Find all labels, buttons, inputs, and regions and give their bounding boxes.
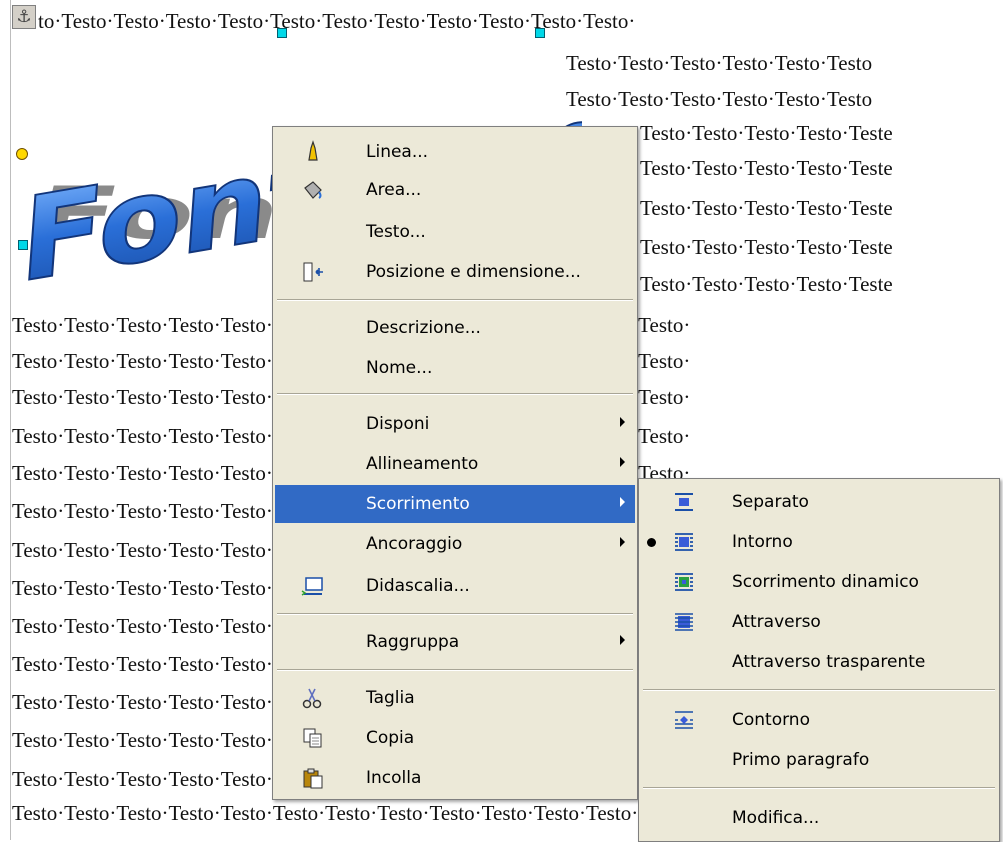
menu-item-raggruppa[interactable]: Raggruppa	[275, 623, 635, 661]
scissors-icon	[302, 688, 322, 709]
menu-separator	[643, 689, 995, 691]
submenu-arrow-icon	[620, 457, 625, 467]
contour-icon	[675, 711, 693, 729]
menu-item-copia[interactable]: Copia	[275, 719, 635, 757]
pen-icon	[308, 140, 318, 161]
menu-item-scorrimento[interactable]: Scorrimento	[275, 485, 635, 523]
menu-label: Descrizione...	[366, 318, 481, 338]
context-menu: Linea... Area... Testo... Posizione e di…	[272, 126, 638, 800]
selection-handle[interactable]	[535, 28, 545, 38]
wrap-item-intorno[interactable]: Intorno	[641, 523, 997, 561]
menu-item-didascalia[interactable]: Didascalia...	[275, 567, 635, 605]
wrap-submenu: Separato Intorno Scorrimento dinamico At…	[638, 478, 1000, 842]
menu-item-area[interactable]: Area...	[275, 171, 635, 209]
menu-label: Taglia	[366, 688, 415, 708]
menu-label: Copia	[366, 728, 415, 748]
text-line: Testo·Testo·Testo·Testo·Testo·Testo·Test…	[12, 801, 691, 825]
menu-item-testo[interactable]: Testo...	[275, 213, 635, 251]
wrap-through-icon	[675, 613, 693, 631]
caption-icon	[301, 577, 323, 596]
menu-separator	[277, 393, 633, 395]
paint-bucket-icon	[304, 181, 322, 199]
wrap-item-attraverso[interactable]: Attraverso	[641, 603, 997, 641]
menu-item-taglia[interactable]: Taglia	[275, 679, 635, 717]
menu-label: Didascalia...	[366, 576, 470, 596]
menu-label: Intorno	[732, 532, 793, 552]
menu-label: Attraverso trasparente	[732, 652, 926, 672]
menu-label: Disponi	[366, 414, 430, 434]
menu-label: Raggruppa	[366, 632, 460, 652]
menu-label: Posizione e dimensione...	[366, 262, 581, 282]
menu-label: Incolla	[366, 768, 422, 788]
text-line: Testo·Testo·Testo·Testo·Teste	[640, 272, 893, 296]
wrap-parallel-icon	[675, 533, 693, 551]
menu-label: Nome...	[366, 358, 433, 378]
text-line: Testo·Testo·Testo·Testo·Teste	[640, 156, 893, 180]
text-line: Testo·Testo·Testo·Testo·Teste	[640, 235, 893, 259]
menu-label: Attraverso	[732, 612, 821, 632]
menu-label: Area...	[366, 180, 422, 200]
menu-label: Scorrimento dinamico	[732, 572, 919, 592]
wrap-item-contorno[interactable]: Contorno	[641, 701, 997, 739]
text-line: Testo·Testo·Testo·Testo·Testo·Testo	[566, 51, 873, 75]
menu-label: Separato	[732, 492, 809, 512]
submenu-arrow-icon	[620, 537, 625, 547]
menu-label: Linea...	[366, 142, 429, 162]
submenu-arrow-icon	[620, 417, 625, 427]
menu-label: Scorrimento	[366, 494, 470, 514]
menu-item-posizione-dimensione[interactable]: Posizione e dimensione...	[275, 253, 635, 291]
wrap-item-primo-paragrafo[interactable]: Primo paragrafo	[641, 741, 997, 779]
menu-separator	[277, 669, 633, 671]
menu-label: Modifica...	[732, 808, 820, 828]
selection-handle[interactable]	[277, 28, 287, 38]
menu-label: Primo paragrafo	[732, 750, 870, 770]
wrap-item-modifica[interactable]: Modifica...	[641, 799, 997, 837]
position-size-icon	[303, 262, 323, 282]
text-line: Testo·Testo·Testo·Testo·Testo·Testo	[566, 87, 873, 111]
selection-handle[interactable]	[18, 240, 28, 250]
menu-item-descrizione[interactable]: Descrizione...	[275, 309, 635, 347]
menu-label: Testo...	[366, 222, 426, 242]
anchor-icon[interactable]: ⚓	[12, 5, 36, 29]
menu-label: Contorno	[732, 710, 810, 730]
menu-item-nome[interactable]: Nome...	[275, 349, 635, 387]
wrap-item-attraverso-trasparente[interactable]: Attraverso trasparente	[641, 643, 997, 681]
menu-separator	[277, 613, 633, 615]
menu-label: Ancoraggio	[366, 534, 463, 554]
menu-item-linea[interactable]: Linea...	[275, 133, 635, 171]
wrap-none-icon	[675, 493, 693, 511]
menu-separator	[643, 787, 995, 789]
menu-item-allineamento[interactable]: Allineamento	[275, 445, 635, 483]
menu-item-incolla[interactable]: Incolla	[275, 759, 635, 797]
copy-icon	[303, 728, 322, 748]
menu-separator	[277, 299, 633, 301]
menu-item-ancoraggio[interactable]: Ancoraggio	[275, 525, 635, 563]
menu-item-disponi[interactable]: Disponi	[275, 405, 635, 443]
submenu-arrow-icon	[620, 497, 625, 507]
page-border	[10, 0, 11, 840]
paste-icon	[303, 768, 323, 789]
wrap-optimal-icon	[675, 573, 693, 591]
wrap-item-scorrimento-dinamico[interactable]: Scorrimento dinamico	[641, 563, 997, 601]
checked-bullet-icon	[647, 538, 656, 547]
fontwork-adjust-handle[interactable]	[16, 148, 28, 160]
menu-label: Allineamento	[366, 454, 479, 474]
submenu-arrow-icon	[620, 635, 625, 645]
wrap-item-separato[interactable]: Separato	[641, 483, 997, 521]
text-line: Testo·Testo·Testo·Testo·Teste	[640, 121, 893, 145]
text-line: Testo·Testo·Testo·Testo·Teste	[640, 196, 893, 220]
